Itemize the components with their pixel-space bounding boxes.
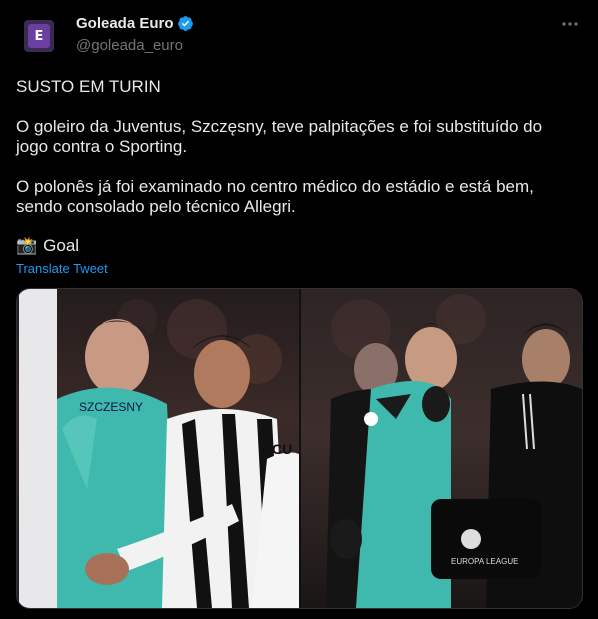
camera-icon: 📸	[16, 236, 38, 256]
photo-right[interactable]: EUROPA LEAGUE	[301, 289, 582, 608]
more-options-icon[interactable]	[560, 14, 580, 34]
bag-logo-text: EUROPA LEAGUE	[451, 557, 518, 566]
avatar-logo: E	[28, 24, 50, 48]
verified-badge-icon	[177, 16, 193, 31]
media-grid: SZCZESNY CU EUROPA LEAGUE	[16, 288, 583, 609]
display-name[interactable]: Goleada Euro	[76, 15, 174, 32]
photo-right-illustration: EUROPA LEAGUE	[326, 294, 582, 608]
name-line: Goleada Euro	[76, 15, 194, 32]
photo-left[interactable]: SZCZESNY CU	[17, 289, 299, 608]
tweet-paragraph-2: O polonês já foi examinado no centro méd…	[16, 177, 539, 216]
tweet-headline: SUSTO EM TURIN	[16, 77, 161, 96]
translate-tweet-link[interactable]: Translate Tweet	[16, 261, 108, 276]
photo-credit: 📸 Goal	[16, 236, 79, 256]
tweet-paragraph-1: O goleiro da Juventus, Szczęsny, teve pa…	[16, 117, 547, 156]
tweet-header: E Goleada Euro @goleada_euro	[0, 0, 598, 70]
photo-left-illustration: SZCZESNY CU	[19, 289, 299, 608]
photo-credit-text: Goal	[43, 236, 80, 255]
keeper-shirt-name: SZCZESNY	[79, 400, 143, 414]
handle[interactable]: @goleada_euro	[76, 37, 183, 54]
opponent-shirt-text: CU	[272, 441, 292, 457]
avatar[interactable]: E	[24, 20, 54, 52]
